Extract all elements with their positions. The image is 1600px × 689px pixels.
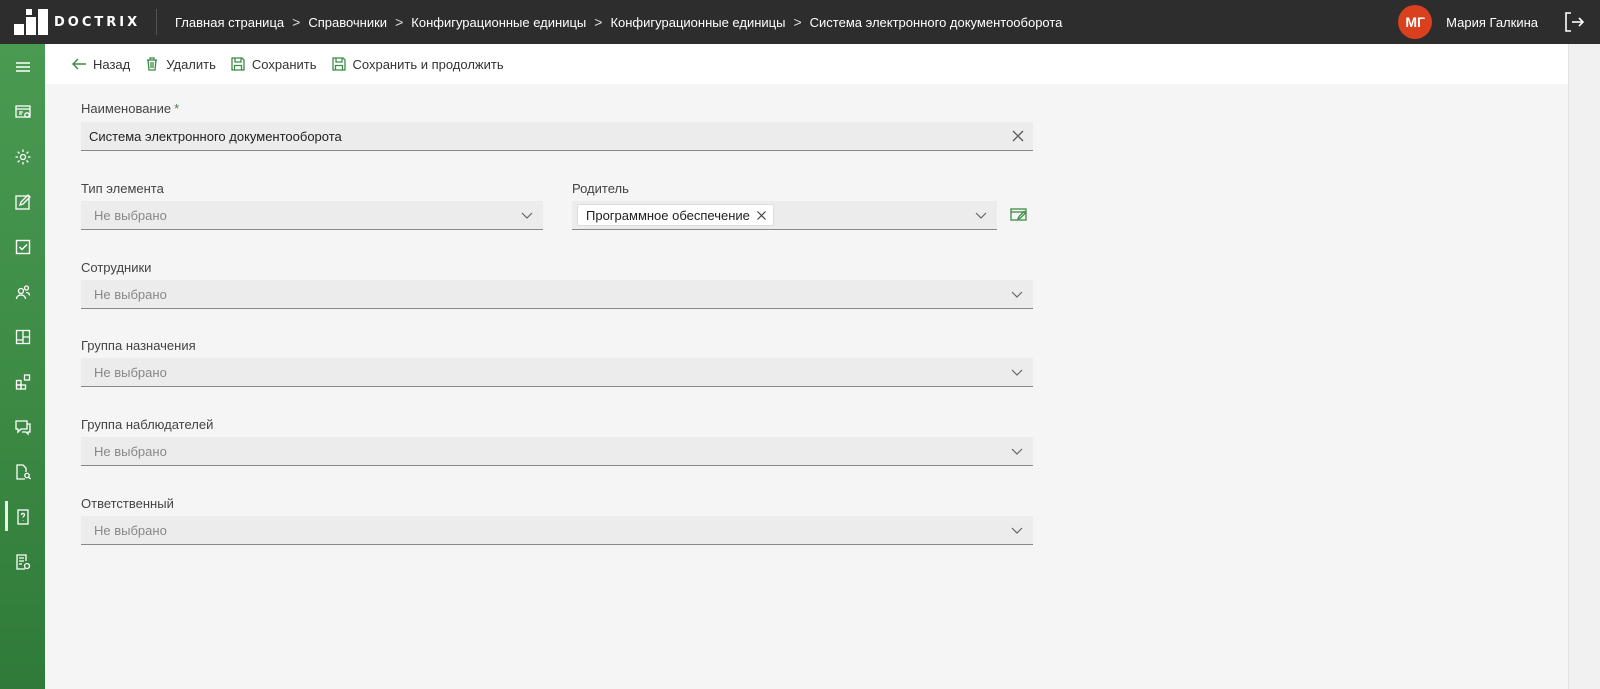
breadcrumb-separator: > <box>793 14 802 30</box>
sidebar-item-reports[interactable] <box>0 539 45 584</box>
floppy-icon <box>231 57 245 71</box>
sidebar-item-edit[interactable] <box>0 179 45 224</box>
element-type-label: Тип элемента <box>81 181 164 196</box>
users-icon <box>15 284 30 299</box>
arrow-left-icon <box>72 58 86 70</box>
chevron-down-icon <box>1011 527 1023 534</box>
sidebar-item-chat[interactable] <box>0 404 45 449</box>
name-input-value: Система электронного документооборота <box>89 128 342 144</box>
widgets-icon <box>15 373 30 390</box>
document-search-icon <box>15 463 31 480</box>
observers-group-select[interactable]: Не выбрано <box>81 437 1033 466</box>
assignment-group-placeholder: Не выбрано <box>94 364 167 380</box>
breadcrumb: Главная страница > Справочники > Конфигу… <box>157 14 1062 30</box>
element-type-select[interactable]: Не выбрано <box>81 201 543 230</box>
employees-label: Сотрудники <box>81 260 152 275</box>
breadcrumb-separator: > <box>395 14 404 30</box>
chat-icon <box>14 419 31 436</box>
layout-icon <box>15 329 30 344</box>
breadcrumb-item-current: Система электронного документооборота <box>809 14 1063 30</box>
parent-select[interactable]: Программное обеспечение <box>572 201 997 230</box>
save-and-continue-button[interactable]: Сохранить и продолжить <box>331 56 504 72</box>
logo-mark-icon <box>14 9 48 35</box>
save-label: Сохранить <box>251 56 317 72</box>
element-type-placeholder: Не выбрано <box>94 207 167 223</box>
parent-label: Родитель <box>572 181 629 196</box>
breadcrumb-item-config-units-list[interactable]: Конфигурационные единицы <box>610 15 785 30</box>
sidebar-item-users[interactable] <box>0 269 45 314</box>
avatar[interactable]: МГ <box>1398 5 1433 39</box>
responsible-placeholder: Не выбрано <box>94 522 167 538</box>
user-name[interactable]: Мария Галкина <box>1446 15 1538 30</box>
responsible-label: Ответственный <box>81 496 174 511</box>
breadcrumb-item-config-units[interactable]: Конфигурационные единицы <box>411 15 586 30</box>
toolbar: Назад Удалить Сохранить Сохранить и прод… <box>45 44 1568 84</box>
back-label: Назад <box>93 56 131 72</box>
assignment-group-label: Группа назначения <box>81 338 196 353</box>
edit-icon <box>14 193 31 210</box>
employees-placeholder: Не выбрано <box>94 286 167 302</box>
scrollbar[interactable] <box>1568 44 1600 689</box>
save-button[interactable]: Сохранить <box>230 56 317 72</box>
checkbox-icon <box>15 239 30 254</box>
observers-group-label: Группа наблюдателей <box>81 417 214 432</box>
sidebar-item-config-units[interactable] <box>0 494 45 539</box>
name-label-text: Наименование <box>81 101 172 116</box>
trash-icon <box>147 57 158 71</box>
chevron-down-icon <box>1011 448 1023 455</box>
breadcrumb-item-reference[interactable]: Справочники <box>308 15 387 30</box>
board-icon <box>14 104 31 118</box>
chevron-down-icon <box>1011 291 1023 298</box>
clear-icon[interactable] <box>1011 129 1025 143</box>
assignment-group-select[interactable]: Не выбрано <box>81 358 1033 387</box>
logo[interactable]: DOCTRIX <box>0 9 157 35</box>
chevron-down-icon <box>1011 369 1023 376</box>
logout-icon[interactable] <box>1562 10 1586 34</box>
menu-icon <box>15 61 30 72</box>
chevron-down-icon <box>521 212 533 219</box>
gear-icon <box>15 149 30 164</box>
user-menu[interactable]: МГ Мария Галкина <box>1398 0 1538 44</box>
report-icon <box>15 553 30 570</box>
floppy-icon <box>331 57 346 71</box>
parent-edit-icon[interactable] <box>1009 205 1029 225</box>
help-document-icon <box>16 508 29 525</box>
breadcrumb-separator: > <box>292 14 301 30</box>
sidebar-item-document-search[interactable] <box>0 449 45 494</box>
observers-group-placeholder: Не выбрано <box>94 443 167 459</box>
delete-button[interactable]: Удалить <box>144 56 216 72</box>
sidebar-item-tasks[interactable] <box>0 224 45 269</box>
sidebar-item-settings[interactable] <box>0 134 45 179</box>
sidebar <box>0 44 45 689</box>
save-and-continue-label: Сохранить и продолжить <box>352 56 504 72</box>
name-label: Наименование * <box>81 101 179 116</box>
required-mark: * <box>174 101 180 116</box>
sidebar-item-widgets[interactable] <box>0 359 45 404</box>
back-button[interactable]: Назад <box>71 56 130 72</box>
chevron-down-icon <box>975 212 987 219</box>
sidebar-item-layout[interactable] <box>0 314 45 359</box>
breadcrumb-separator: > <box>594 14 603 30</box>
logo-text: DOCTRIX <box>54 14 141 30</box>
breadcrumb-item-home[interactable]: Главная страница <box>175 15 284 30</box>
sidebar-item-board[interactable] <box>0 89 45 134</box>
delete-label: Удалить <box>166 56 216 72</box>
parent-chip: Программное обеспечение <box>577 204 774 226</box>
sidebar-item-menu[interactable] <box>0 44 45 89</box>
responsible-select[interactable]: Не выбрано <box>81 516 1033 545</box>
name-input[interactable]: Система электронного документооборота <box>81 122 1033 151</box>
parent-chip-label: Программное обеспечение <box>586 207 750 223</box>
remove-chip-icon[interactable] <box>756 210 767 221</box>
employees-select[interactable]: Не выбрано <box>81 280 1033 309</box>
top-bar: DOCTRIX Главная страница > Справочники >… <box>0 0 1600 44</box>
